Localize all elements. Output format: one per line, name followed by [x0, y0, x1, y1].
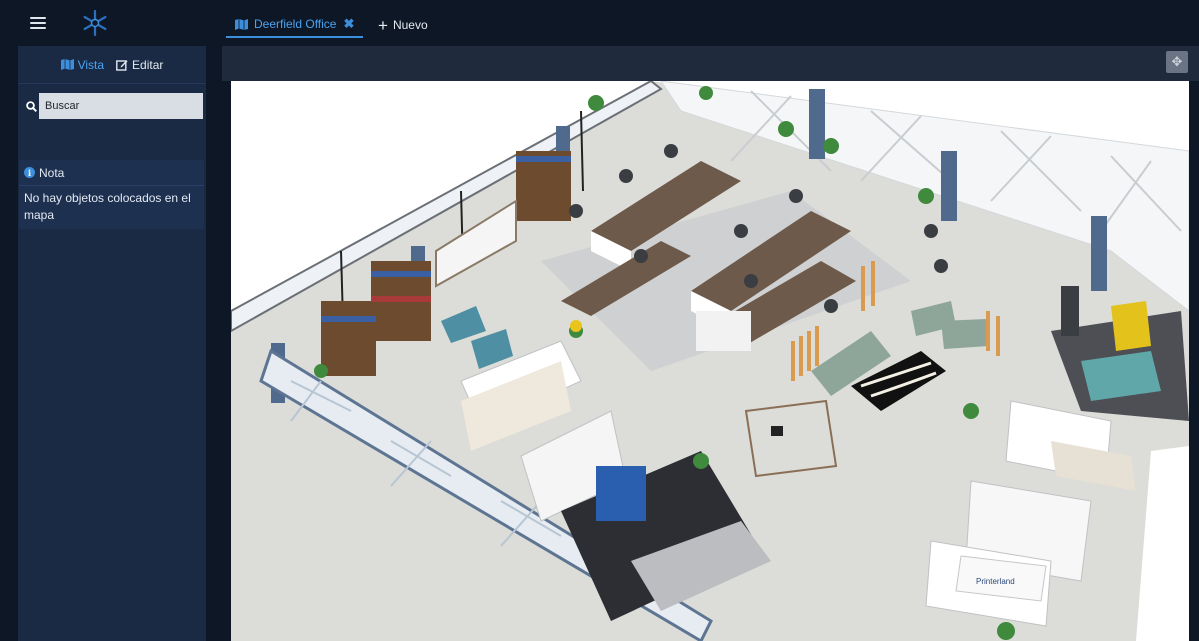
new-tab-button[interactable]: + Nuevo [378, 12, 428, 38]
tab-deerfield-office[interactable]: Deerfield Office ✖ [226, 12, 364, 38]
app-root: Deerfield Office ✖ + Nuevo Vista Editar … [0, 0, 1199, 641]
search-input[interactable] [39, 93, 203, 119]
move-icon[interactable]: ✥ [1166, 51, 1188, 73]
monitor [771, 426, 783, 436]
sidebar: Vista Editar i Nota [18, 46, 206, 641]
note-title: Nota [39, 165, 65, 180]
search-icon [23, 93, 39, 119]
top-bar: Deerfield Office ✖ + Nuevo [0, 0, 1199, 46]
map-icon [235, 18, 248, 30]
tab-vista-label: Vista [77, 57, 105, 72]
close-icon[interactable]: ✖ [343, 16, 354, 32]
tab-label: Deerfield Office [254, 17, 337, 31]
reception-sign: Printerland [976, 577, 1015, 586]
note-header: i Nota [19, 160, 204, 186]
map-icon [60, 59, 74, 70]
plus-icon: + [378, 15, 388, 35]
office-floor-plan: Printerland [231, 81, 1189, 641]
note-message: No hay objetos colocados en el mapa [24, 191, 191, 222]
new-tab-label: Nuevo [392, 18, 428, 32]
search-bar [23, 93, 203, 119]
tab-vista[interactable]: Vista [60, 57, 105, 72]
tab-editar[interactable]: Editar [116, 58, 163, 72]
yellow-flowers [570, 320, 582, 332]
map-canvas[interactable]: Printerland [231, 81, 1189, 641]
tab-editar-label: Editar [132, 57, 164, 72]
info-icon: i [24, 167, 35, 178]
map-toolbar: ✥ [222, 46, 1199, 81]
sidebar-tabs: Vista Editar [18, 46, 206, 84]
logo-icon [83, 9, 107, 37]
edit-icon [116, 59, 128, 71]
menu-icon[interactable] [30, 17, 46, 29]
note-panel: i Nota No hay objetos colocados en el ma… [19, 160, 204, 229]
